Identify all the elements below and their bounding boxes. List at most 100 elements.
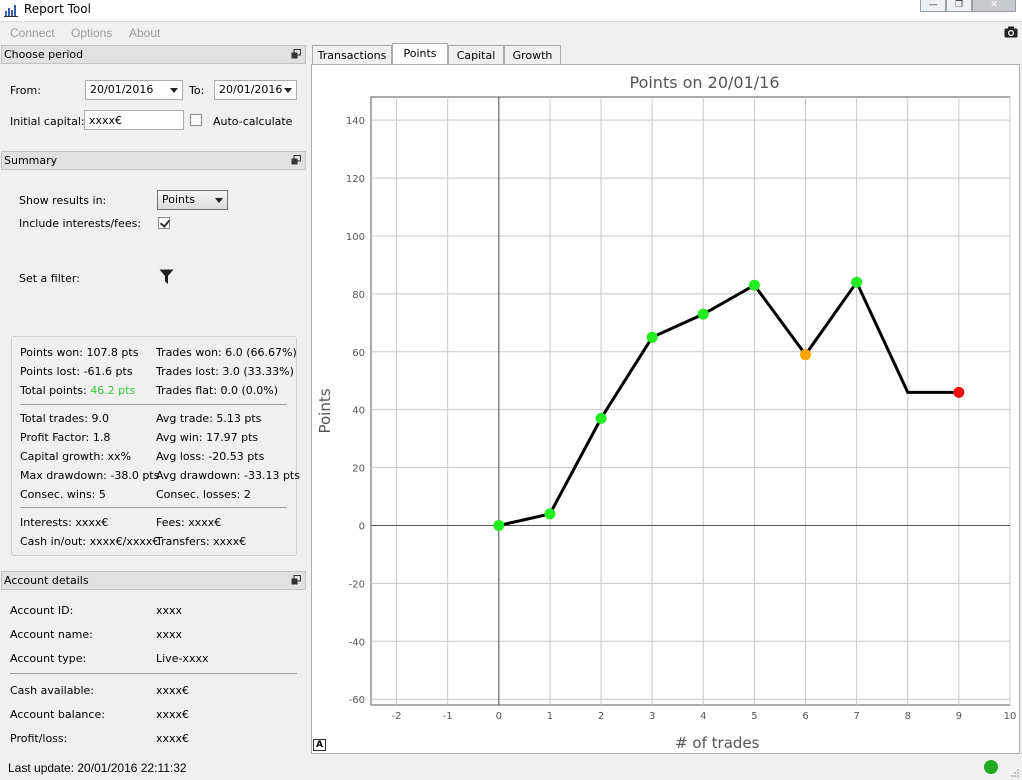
initial-capital-label: Initial capital: [10,115,85,128]
filter-icon[interactable] [159,269,174,285]
capital-growth: Capital growth: xx% [20,450,132,463]
tab-transactions[interactable]: Transactions [312,45,392,65]
auto-calculate-checkbox[interactable] [190,114,202,126]
trades-flat: Trades flat: 0.0 (0.0%) [156,384,279,397]
menu-bar: Connect Options About [0,23,1022,43]
max-drawdown: Max drawdown: -38.0 pts [20,469,160,482]
summary-header: Summary [1,151,306,170]
include-interests-checkbox[interactable] [158,217,170,229]
last-update-text: Last update: 20/01/2016 22:11:32 [8,761,187,775]
summary-stats-box: Points won: 107.8 pts Points lost: -61.6… [11,336,300,556]
account-details-header: Account details [1,571,306,590]
minimize-button[interactable]: — [920,0,946,12]
chart-app-icon [4,5,18,17]
camera-icon[interactable] [1004,26,1018,38]
maximize-icon: ❐ [954,0,964,10]
account-name-label: Account name: [10,628,93,641]
plot-frame [370,96,1011,706]
profit-loss-value: xxxx€ [156,732,190,745]
close-button[interactable]: ✕ [972,0,1016,12]
x-axis-label: # of trades [675,734,760,752]
y-tick-label: 0 [359,521,365,532]
y-tick-label: 80 [352,290,365,301]
initial-capital-input[interactable]: xxxx€ [84,110,184,130]
trades-won: Trades won: 6.0 (66.67%) [156,346,297,359]
show-results-label: Show results in: [19,194,107,207]
y-tick-label: -40 [349,637,365,648]
resize-grip-icon[interactable] [1010,768,1020,778]
menu-options[interactable]: Options [71,26,112,40]
menu-about[interactable]: About [129,26,160,40]
data-point [748,279,760,291]
show-results-value: Points [162,193,196,206]
float-panel-icon[interactable] [291,575,301,585]
close-icon: ✕ [990,0,998,10]
account-balance-label: Account balance: [10,708,105,721]
panel-title: Choose period [4,48,84,61]
points-lost: Points lost: -61.6 pts [20,365,133,378]
x-tick-label: 0 [496,711,502,722]
avg-drawdown: Avg drawdown: -33.13 pts [156,469,300,482]
x-tick-label: 10 [1004,711,1017,722]
chevron-down-icon [215,198,223,203]
auto-scale-button[interactable]: A [313,739,326,751]
divider [10,673,297,674]
panel-title: Account details [4,574,89,587]
profit-factor: Profit Factor: 1.8 [20,431,111,444]
initial-capital-value: xxxx€ [89,114,123,127]
tab-points[interactable]: Points [392,43,448,65]
float-panel-icon[interactable] [291,49,301,59]
from-date-select[interactable]: 20/01/2016 [85,80,183,100]
account-id-value: xxxx [156,604,183,617]
interests: Interests: xxxx€ [20,516,109,529]
points-won: Points won: 107.8 pts [20,346,139,359]
data-point [697,308,709,320]
total-points-label: Total points: [20,384,91,397]
x-tick-label: -1 [443,711,453,722]
from-label: From: [10,84,41,97]
y-tick-label: 100 [346,232,365,243]
y-tick-label: 60 [352,348,365,359]
total-points: Total points: 46.2 pts [20,384,135,397]
profit-loss-label: Profit/loss: [10,732,68,745]
minimize-icon: — [928,0,938,10]
y-tick-label: -20 [349,579,365,590]
data-point [851,276,863,288]
x-tick-label: 8 [905,711,911,722]
data-point [800,349,812,361]
total-trades: Total trades: 9.0 [20,412,109,425]
x-tick-label: 7 [853,711,859,722]
avg-win: Avg win: 17.97 pts [156,431,259,444]
tab-capital[interactable]: Capital [448,45,504,65]
to-date-select[interactable]: 20/01/2016 [214,80,297,100]
y-tick-label: 140 [346,116,365,127]
show-results-select[interactable]: Points [157,190,228,210]
data-point [953,386,965,398]
float-panel-icon[interactable] [291,155,301,165]
x-tick-label: -2 [392,711,402,722]
tab-growth[interactable]: Growth [504,45,561,65]
x-tick-label: 5 [751,711,757,722]
x-tick-label: 3 [649,711,655,722]
divider [20,404,287,405]
consec-losses: Consec. losses: 2 [156,488,251,501]
to-date-value: 20/01/2016 [219,83,283,96]
trades-lost: Trades lost: 3.0 (33.33%) [156,365,294,378]
maximize-button[interactable]: ❐ [946,0,972,12]
account-name-value: xxxx [156,628,183,641]
chevron-down-icon [170,88,178,93]
x-tick-label: 9 [956,711,962,722]
window-title: Report Tool [24,2,91,16]
include-interests-label: Include interests/fees: [19,217,142,230]
y-tick-label: -60 [349,695,365,706]
chevron-down-icon [284,88,292,93]
fees: Fees: xxxx€ [156,516,222,529]
title-bar: Report Tool — ❐ ✕ [0,0,1022,22]
data-point [544,508,556,520]
account-type-label: Account type: [10,652,87,665]
menu-connect[interactable]: Connect [10,26,55,40]
filter-label: Set a filter: [19,272,80,285]
window-controls: — ❐ ✕ [920,0,1016,12]
to-label: To: [189,84,205,97]
panel-title: Summary [4,154,58,167]
